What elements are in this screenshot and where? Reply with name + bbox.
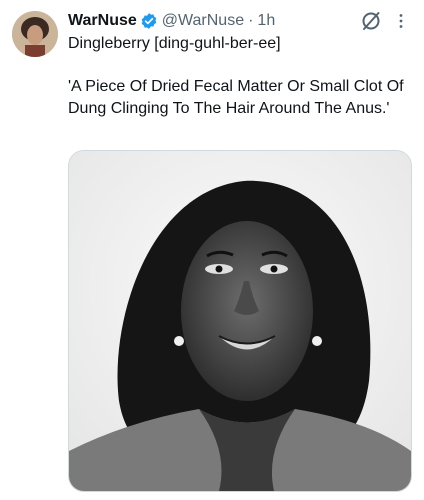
handle[interactable]: @WarNuse [162, 12, 244, 30]
display-name[interactable]: WarNuse [68, 12, 137, 30]
verified-badge-icon [140, 12, 158, 30]
avatar[interactable] [12, 11, 58, 57]
timestamp[interactable]: 1h [257, 12, 275, 30]
tweet-photo[interactable] [68, 150, 412, 492]
tweet-text-line-2: 'A Piece Of Dried Fecal Matter Or Small … [68, 78, 404, 117]
separator-dot: · [248, 12, 254, 29]
tweet-text-line-1: Dingleberry [ding-guhl-ber-ee] [68, 35, 281, 52]
grok-icon[interactable] [360, 10, 382, 32]
more-options-icon[interactable] [392, 12, 410, 30]
